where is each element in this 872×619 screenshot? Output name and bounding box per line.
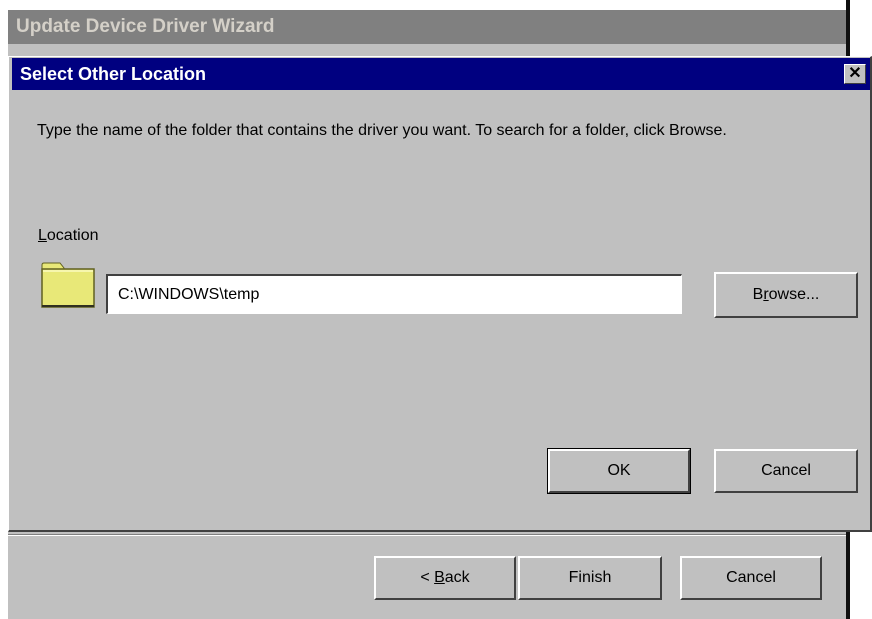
close-button[interactable]: ✕ [844,64,866,84]
back-label-prefix: < [420,569,435,586]
ok-button[interactable]: OK [547,448,691,494]
finish-button[interactable]: Finish [518,556,662,600]
folder-icon [41,262,95,308]
browse-label-rest: owse... [768,286,820,303]
dialog-cancel-button[interactable]: Cancel [714,449,858,493]
location-label-rest: ocation [46,227,99,244]
location-label-accel: L [38,227,47,244]
dialog-title-bar: Select Other Location [12,58,870,90]
wizard-cancel-button[interactable]: Cancel [680,556,822,600]
back-label-accel: B [434,569,445,586]
browse-label-pre: B [752,286,764,303]
back-label-rest: ack [444,569,470,586]
back-button[interactable]: < Back [374,556,516,600]
location-input[interactable] [106,274,682,314]
wizard-separator [8,534,846,536]
location-label: Location [38,227,99,245]
browse-button[interactable]: Br owse... [714,272,858,318]
instructions-text: Type the name of the folder that contain… [37,122,727,139]
wizard-title-bar: Update Device Driver Wizard [8,10,846,44]
